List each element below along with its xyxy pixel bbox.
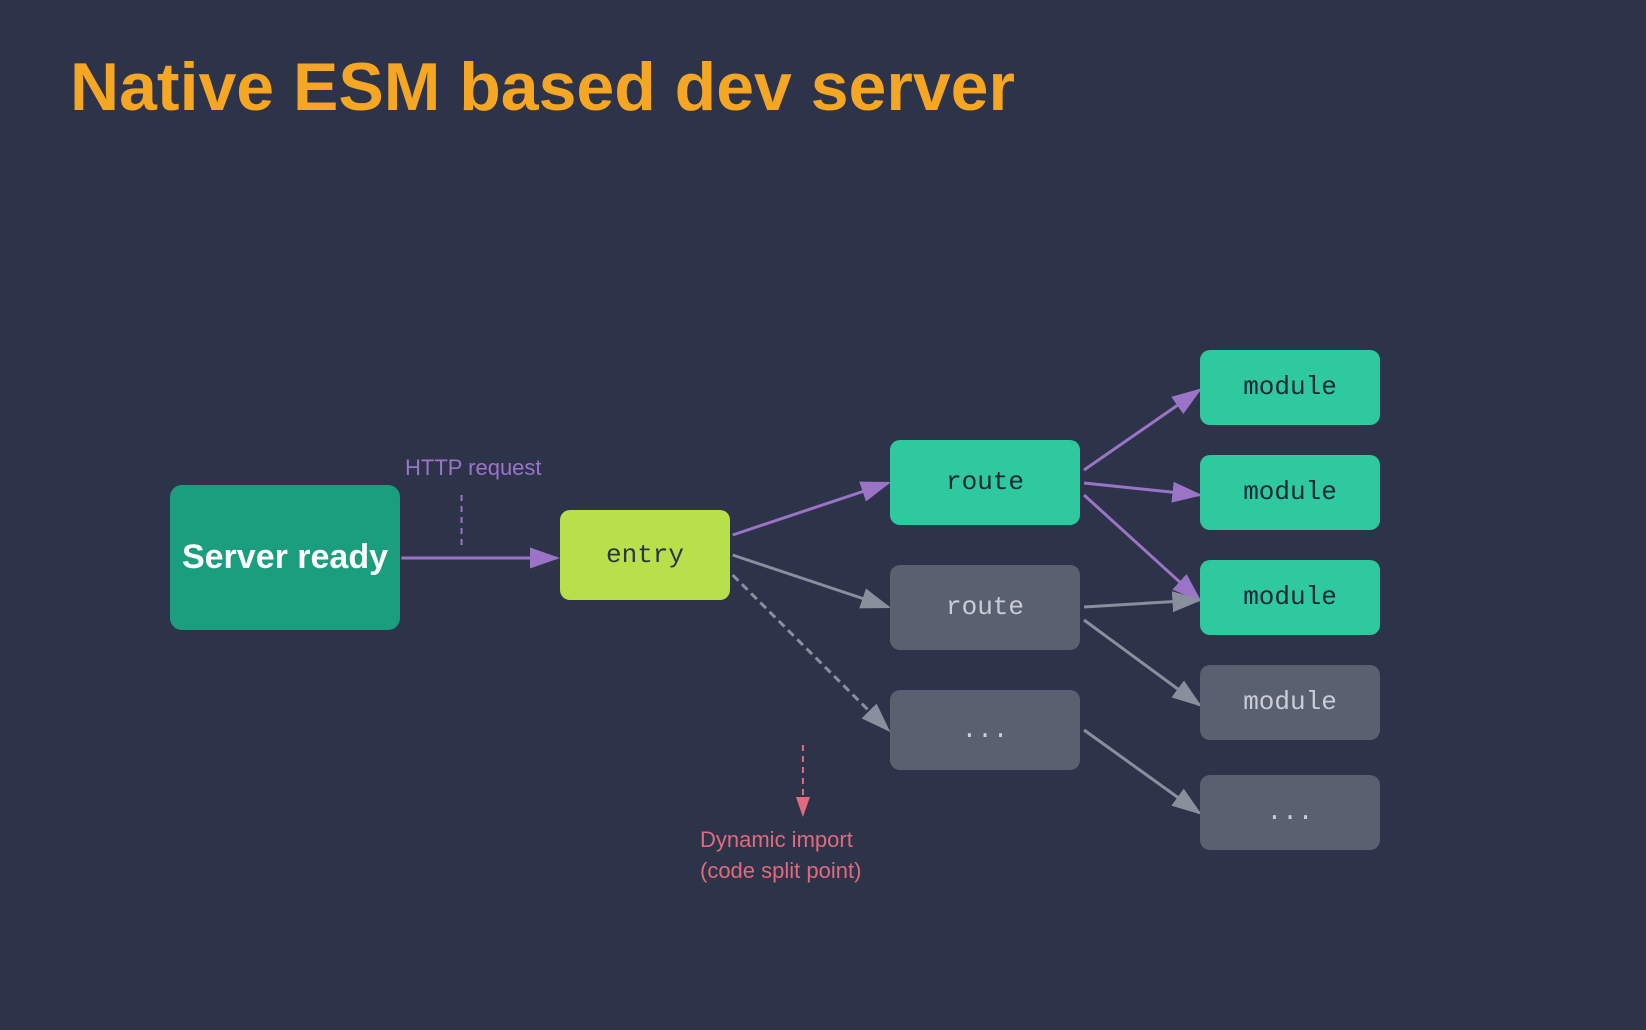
diagram: Server ready entry route route ... modul… (70, 185, 1576, 965)
module-3-node: module (1200, 560, 1380, 635)
module-1-node: module (1200, 350, 1380, 425)
slide: Native ESM based dev server (0, 0, 1646, 1030)
route-gray-node: route (890, 565, 1080, 650)
entry-node: entry (560, 510, 730, 600)
module-4-node: module (1200, 665, 1380, 740)
module-2-node: module (1200, 455, 1380, 530)
page-title: Native ESM based dev server (70, 50, 1576, 125)
dots-right-node: ... (1200, 775, 1380, 850)
dynamic-import-label: Dynamic import(code split point) (700, 825, 861, 887)
http-request-label: HTTP request (405, 455, 542, 481)
dots-gray-node: ... (890, 690, 1080, 770)
server-ready-node: Server ready (170, 485, 400, 630)
route-green-node: route (890, 440, 1080, 525)
